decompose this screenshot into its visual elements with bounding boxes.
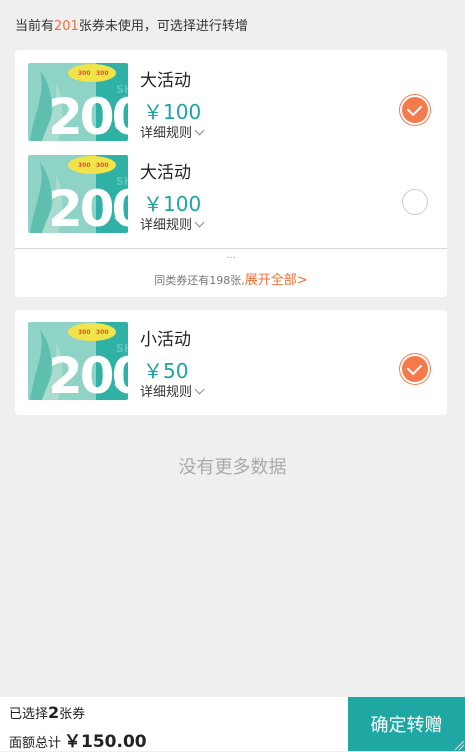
total-summary: 面额总计 ￥150.00 [9,727,147,752]
more-dots: ... [226,250,236,261]
checked-circle-icon[interactable] [402,356,428,382]
svg-text:300: 300 [78,70,91,77]
svg-text:SH: SH [116,83,128,96]
svg-text:¥: ¥ [114,214,120,224]
chevron-down-icon [194,384,205,395]
resize-grip-icon [454,740,464,750]
total-label: 面额总计 [9,736,62,751]
no-more-data: 没有更多数据 [178,457,287,478]
coupon-title: 小活动 [140,330,191,350]
bottom-bar: 已选择2张券 面额总计 ￥150.00 确定转赠 [0,697,465,752]
coupon-price: ￥50 [143,359,189,383]
unchecked-circle-icon[interactable] [402,189,428,215]
svg-text:300: 300 [96,162,109,169]
coupon-item[interactable]: 300300200¥SH 小活动 ￥50 详细规则 [15,319,447,407]
header-suffix: 张券未使用，可选择进行转增 [78,19,248,34]
header-prefix: 当前有 [15,19,55,34]
more-text: 同类券还有198张, [154,274,245,287]
coupon-image: 300300200¥SH [28,155,128,233]
expand-all-link[interactable]: 展开全部> [245,273,308,288]
svg-text:300: 300 [96,70,109,77]
coupon-price: ￥100 [143,192,202,216]
checked-circle-icon[interactable] [402,97,428,123]
svg-text:300: 300 [78,162,91,169]
coupon-image: 300300200¥SH [28,322,128,400]
rules-label: 详细规则 [140,218,193,233]
unused-count: 201 [54,19,79,34]
chevron-down-icon [194,217,205,228]
coupon-title: 大活动 [140,163,191,183]
svg-text:¥: ¥ [114,381,120,391]
coupon-group-small: 300300200¥SH 小活动 ￥50 详细规则 [15,310,447,415]
chevron-down-icon [194,125,205,136]
svg-text:SH: SH [116,175,128,188]
confirm-transfer-button[interactable]: 确定转赠 [348,697,465,751]
rules-toggle[interactable]: 详细规则 [140,122,205,141]
svg-text:300: 300 [78,329,91,336]
coupon-item[interactable]: 300300200¥SH 大活动 ￥100 详细规则 [15,152,447,240]
coupon-image: 300300200¥SH [28,63,128,141]
coupon-item[interactable]: 300300200¥SH 大活动 ￥100 详细规则 [15,60,447,148]
header-info: 当前有201张券未使用，可选择进行转增 [15,15,248,34]
divider [15,248,447,249]
rules-toggle[interactable]: 详细规则 [140,214,205,233]
total-amount: ￥150.00 [64,732,147,752]
rules-label: 详细规则 [140,126,193,141]
rules-toggle[interactable]: 详细规则 [140,381,205,400]
svg-text:SH: SH [116,342,128,355]
coupon-price: ￥100 [143,100,202,124]
selected-summary: 已选择2张券 [9,703,85,722]
more-info: 同类券还有198张,展开全部> [15,269,447,288]
selected-suffix: 张券 [59,707,86,722]
svg-text:¥: ¥ [114,122,120,132]
selected-count: 2 [48,703,60,722]
coupon-title: 大活动 [140,71,191,91]
selected-prefix: 已选择 [9,707,49,722]
svg-text:300: 300 [96,329,109,336]
rules-label: 详细规则 [140,385,193,400]
coupon-group-big: 300300200¥SH 大活动 ￥100 详细规则 300300200¥SH … [15,50,447,297]
